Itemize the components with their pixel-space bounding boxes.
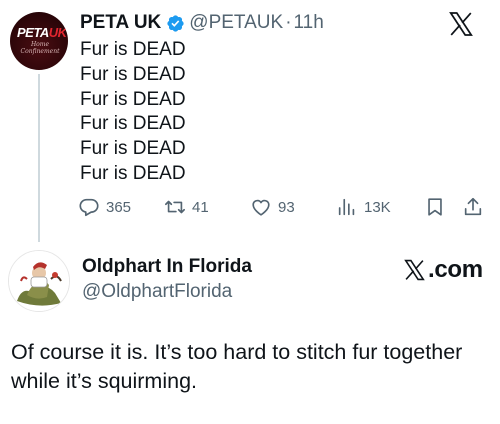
- thread-connector-line: [38, 74, 40, 242]
- oldphart-avatar[interactable]: [8, 250, 70, 312]
- share-icon: [464, 197, 482, 216]
- peta-logo-text: PETAUK: [17, 25, 67, 40]
- like-button[interactable]: 93: [250, 194, 295, 220]
- views-button[interactable]: 13K: [336, 194, 391, 220]
- like-icon: [252, 199, 270, 216]
- author-name[interactable]: PETA UK: [80, 12, 161, 34]
- tweet-header: PETA UK @PETAUK · 11h: [80, 9, 324, 37]
- views-icon: [338, 198, 355, 216]
- tweet-action-bar: 365 41 93 13K: [78, 194, 490, 220]
- x-logo-icon: [449, 12, 473, 36]
- tweet-text-line: Fur is DEAD: [80, 162, 186, 184]
- author-handle[interactable]: @PETAUK: [189, 12, 283, 34]
- tweet-text-line: Fur is DEAD: [80, 88, 186, 110]
- tweet-text-line: Fur is DEAD: [80, 138, 186, 160]
- tweet-timestamp[interactable]: 11h: [294, 12, 324, 34]
- share-button[interactable]: [462, 194, 484, 220]
- views-count: 13K: [364, 198, 391, 216]
- reply-author-name[interactable]: Oldphart In Florida: [82, 256, 252, 278]
- verified-badge-icon: [167, 14, 184, 32]
- reply-text: Of course it is. It’s too hard to stitch…: [11, 340, 463, 393]
- repost-icon: [165, 200, 185, 214]
- x-logo-icon: [404, 259, 425, 281]
- reply-author-handle[interactable]: @OldphartFlorida: [82, 281, 232, 303]
- separator-dot: ·: [285, 12, 292, 33]
- bookmark-button[interactable]: [424, 194, 446, 220]
- x-dot-com-text: .com: [428, 256, 483, 283]
- like-count: 93: [278, 198, 295, 216]
- peta-uk-avatar[interactable]: PETAUK Home Confinement: [10, 12, 68, 70]
- bookmark-icon: [428, 198, 442, 216]
- repost-count: 41: [192, 198, 209, 216]
- reply-count: 365: [106, 198, 132, 216]
- tweet-text-line: Fur is DEAD: [80, 63, 186, 85]
- x-dot-com-brand: .com: [402, 256, 483, 284]
- tweet-body: Fur is DEAD Fur is DEAD Fur is DEAD Fur …: [80, 38, 186, 187]
- reply-button[interactable]: 365: [78, 194, 131, 220]
- tweet-text-line: Fur is DEAD: [80, 113, 186, 135]
- peta-logo-tagline: Home Confinement: [20, 41, 60, 55]
- repost-button[interactable]: 41: [164, 194, 209, 220]
- cartoon-character-icon: [9, 251, 69, 311]
- reply-icon: [79, 198, 99, 217]
- tweet-text-line: Fur is DEAD: [80, 39, 186, 60]
